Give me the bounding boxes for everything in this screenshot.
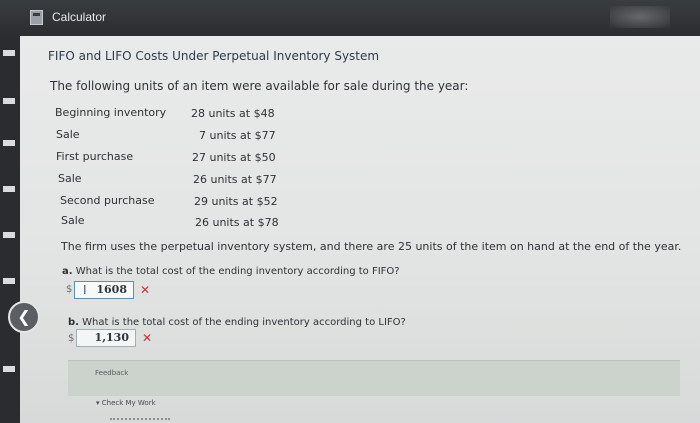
inventory-value-second-purchase: 29 units at $52 bbox=[194, 195, 278, 208]
bezel-band bbox=[3, 278, 15, 284]
inventory-label-sale-3: Sale bbox=[61, 214, 85, 227]
feedback-label: Feedback bbox=[95, 369, 129, 377]
bezel-band bbox=[3, 186, 15, 192]
lifo-answer-input[interactable]: 1,130 bbox=[76, 329, 136, 347]
text-cursor-icon: I bbox=[83, 283, 87, 297]
inventory-value-sale-1: 7 units at $77 bbox=[199, 129, 276, 142]
chevron-left-icon: ❮ bbox=[17, 307, 31, 326]
left-bezel bbox=[0, 36, 20, 423]
bezel-band bbox=[3, 232, 15, 238]
inventory-label-first-purchase: First purchase bbox=[56, 150, 134, 163]
back-button[interactable]: ❮ bbox=[8, 301, 40, 333]
fifo-answer-input[interactable]: I 1608 bbox=[74, 281, 134, 299]
check-my-work-toggle[interactable]: ▾ Check My Work bbox=[96, 399, 156, 407]
problem-statement: The firm uses the perpetual inventory sy… bbox=[61, 240, 682, 253]
title-bar: Calculator bbox=[0, 0, 700, 36]
inventory-label-sale-2: Sale bbox=[58, 172, 82, 185]
page-title: FIFO and LIFO Costs Under Perpetual Inve… bbox=[48, 49, 380, 63]
inventory-label-beginning: Beginning inventory bbox=[55, 106, 167, 119]
currency-symbol: $ bbox=[68, 333, 75, 344]
question-text: What is the total cost of the ending inv… bbox=[75, 266, 400, 277]
question-a: a. What is the total cost of the ending … bbox=[62, 266, 400, 277]
truncated-text bbox=[110, 418, 170, 423]
inventory-value-first-purchase: 27 units at $50 bbox=[192, 151, 276, 164]
lifo-answer-value: 1,130 bbox=[94, 331, 129, 344]
incorrect-mark-icon: ✕ bbox=[140, 283, 151, 297]
inventory-label-second-purchase: Second purchase bbox=[60, 194, 155, 207]
intro-text: The following units of an item were avai… bbox=[50, 79, 469, 93]
question-letter: b. bbox=[68, 317, 79, 328]
calculator-icon[interactable] bbox=[30, 10, 43, 25]
question-b: b. What is the total cost of the ending … bbox=[68, 317, 406, 328]
feedback-panel bbox=[68, 360, 680, 396]
incorrect-mark-icon: ✕ bbox=[142, 331, 153, 345]
inventory-value-sale-2: 26 units at $77 bbox=[193, 173, 277, 186]
currency-symbol: $ bbox=[66, 284, 73, 295]
inventory-value-beginning: 28 units at $48 bbox=[191, 107, 275, 120]
bezel-band bbox=[3, 140, 15, 146]
fifo-answer-value: 1608 bbox=[96, 283, 127, 296]
bezel-band bbox=[3, 366, 15, 372]
inventory-value-sale-3: 26 units at $78 bbox=[195, 216, 279, 229]
question-text: What is the total cost of the ending inv… bbox=[82, 317, 406, 328]
screen-glare bbox=[610, 6, 670, 28]
window-title: Calculator bbox=[52, 10, 107, 24]
bezel-band bbox=[3, 50, 15, 56]
bezel-band bbox=[3, 98, 15, 104]
inventory-label-sale-1: Sale bbox=[56, 128, 80, 141]
question-letter: a. bbox=[62, 266, 73, 277]
